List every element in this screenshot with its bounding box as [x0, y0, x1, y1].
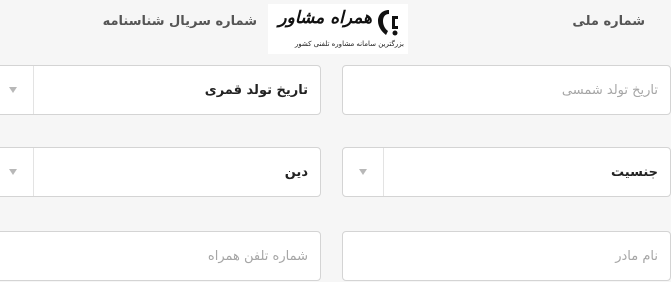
- lunar-birth-date-value: تاریخ تولد قمری: [204, 82, 308, 98]
- national-id-label: شماره ملی: [572, 14, 645, 29]
- chevron-down-icon: [359, 169, 367, 175]
- lunar-birth-date-select[interactable]: تاریخ تولد قمری: [0, 65, 321, 115]
- gender-value: جنسیت: [611, 164, 658, 180]
- gender-dropdown-button[interactable]: [343, 148, 384, 196]
- mobile-phone-field[interactable]: شماره تلفن همراه: [0, 231, 321, 281]
- gender-select[interactable]: جنسیت: [342, 147, 671, 197]
- phone-mark-icon: [378, 10, 398, 36]
- id-card-serial-label: شماره سریال شناسنامه: [102, 14, 257, 29]
- logo: همراه مشاور بزرگترین سامانه مشاوره تلفنی…: [268, 4, 408, 54]
- logo-tagline: بزرگترین سامانه مشاوره تلفنی کشور: [294, 40, 404, 48]
- mobile-phone-placeholder: شماره تلفن همراه: [207, 248, 308, 264]
- mother-name-placeholder: نام مادر: [615, 248, 658, 264]
- religion-value: دین: [284, 164, 308, 180]
- solar-birth-date-placeholder: تاریخ تولد شمسی: [561, 82, 658, 98]
- religion-select[interactable]: دین: [0, 147, 321, 197]
- solar-birth-date-field[interactable]: تاریخ تولد شمسی: [342, 65, 671, 115]
- mother-name-field[interactable]: نام مادر: [342, 231, 671, 281]
- religion-dropdown-button[interactable]: [0, 148, 34, 196]
- chevron-down-icon: [9, 169, 17, 175]
- chevron-down-icon: [9, 87, 17, 93]
- lunar-birth-date-dropdown-button[interactable]: [0, 66, 34, 114]
- logo-name: همراه مشاور: [278, 8, 372, 28]
